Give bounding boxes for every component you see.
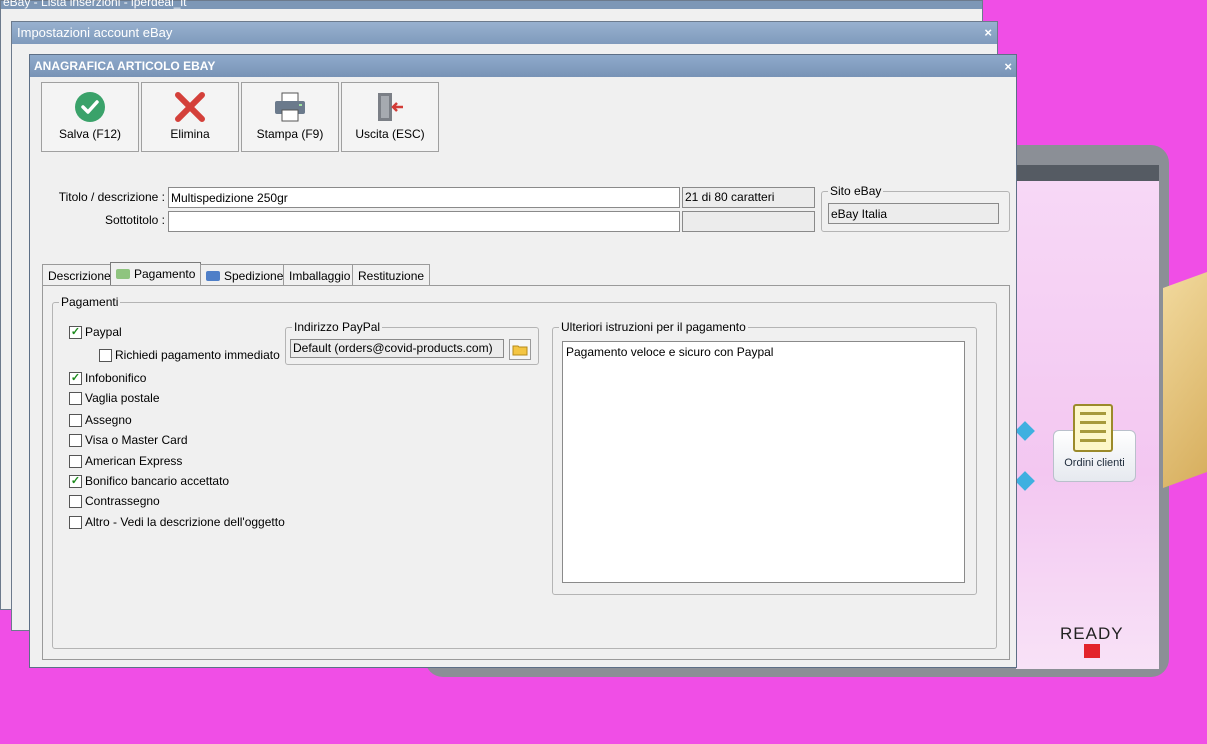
- delete-label: Elimina: [170, 127, 210, 141]
- checkbox-label: Infobonifico: [85, 371, 147, 385]
- pagamenti-title: Pagamenti: [59, 295, 121, 309]
- brand-text: READY: [1060, 624, 1124, 643]
- subtitle-label: Sottotitolo :: [104, 213, 165, 227]
- money-icon: [116, 269, 130, 279]
- instructions-group: Ulteriori istruzioni per il pagamento Pa…: [552, 320, 977, 595]
- tab-label: Imballaggio: [289, 269, 351, 283]
- window-title: ANAGRAFICA ARTICOLO EBAY: [34, 59, 216, 73]
- checkbox[interactable]: [69, 391, 82, 405]
- checkbox-label: Vaglia postale: [85, 391, 160, 405]
- window-title: Impostazioni account eBay: [17, 25, 173, 40]
- payment-option[interactable]: ✓ Bonifico bancario accettato: [69, 474, 229, 488]
- document-icon: [1073, 404, 1113, 452]
- tab-spedizione[interactable]: Spedizione: [200, 264, 290, 286]
- tab-pagamento[interactable]: Pagamento: [110, 262, 202, 286]
- checkbox-label: Assegno: [85, 413, 132, 427]
- payment-option[interactable]: Assegno: [69, 413, 132, 427]
- checkbox-label: Altro - Vedi la descrizione dell'oggetto: [85, 515, 285, 529]
- exit-button[interactable]: Uscita (ESC): [341, 82, 439, 152]
- truck-icon: [206, 271, 220, 281]
- sito-ebay-title: Sito eBay: [828, 184, 884, 198]
- window-titlebar: eBay - Lista inserzioni - iperdeal_it: [1, 0, 982, 9]
- window-titlebar: Impostazioni account eBay ×: [12, 22, 997, 44]
- checkbox[interactable]: [69, 454, 82, 468]
- checkbox[interactable]: [69, 413, 82, 427]
- tab-descrizione[interactable]: Descrizione: [42, 264, 117, 286]
- checkbox-label: Richiedi pagamento immediato: [115, 348, 280, 362]
- checkbox-label: Paypal: [85, 325, 122, 339]
- payment-option[interactable]: Contrassegno: [69, 494, 160, 508]
- background-app-topbar: [1016, 165, 1159, 181]
- tab-label: Pagamento: [134, 267, 196, 281]
- brand-badge: [1083, 644, 1100, 658]
- checkbox[interactable]: [69, 433, 82, 447]
- checkbox[interactable]: [69, 494, 82, 508]
- checkmark-icon: [42, 83, 138, 123]
- exit-door-icon: [342, 83, 438, 123]
- tab-label: Restituzione: [358, 269, 425, 283]
- checkbox[interactable]: ✓: [69, 325, 82, 339]
- ready-pro-logo: READY: [1060, 624, 1124, 658]
- site-field: eBay Italia: [828, 203, 999, 224]
- subtitle-count-field: [682, 211, 815, 232]
- ordini-clienti-label: Ordini clienti: [1064, 457, 1125, 469]
- char-count-field: 21 di 80 caratteri: [682, 187, 815, 208]
- checkbox-label: American Express: [85, 454, 183, 468]
- paypal-address-group: Indirizzo PayPal Default (orders@covid-p…: [285, 320, 539, 365]
- delete-button[interactable]: Elimina: [141, 82, 239, 152]
- subtitle-input[interactable]: [168, 211, 680, 232]
- window-title: eBay - Lista inserzioni - iperdeal_it: [3, 0, 187, 9]
- checkbox[interactable]: [69, 515, 82, 529]
- payment-option[interactable]: Visa o Master Card: [69, 433, 188, 447]
- checkbox-label: Contrassegno: [85, 494, 160, 508]
- window-titlebar: ANAGRAFICA ARTICOLO EBAY ×: [30, 55, 1016, 77]
- paypal-address-title: Indirizzo PayPal: [292, 320, 383, 334]
- close-icon[interactable]: ×: [1004, 59, 1012, 74]
- save-button[interactable]: Salva (F12): [41, 82, 139, 152]
- paypal-address-field: Default (orders@covid-products.com): [290, 339, 504, 358]
- tab-restituzione[interactable]: Restituzione: [352, 264, 431, 286]
- print-label: Stampa (F9): [256, 127, 324, 141]
- payment-option[interactable]: ✓ Paypal: [69, 325, 122, 339]
- checkbox[interactable]: ✓: [69, 474, 82, 488]
- anagrafica-articolo-window: ANAGRAFICA ARTICOLO EBAY × Salva (F12) E…: [29, 54, 1017, 668]
- pagamento-panel: Pagamenti ✓ Paypal Richiedi pagamento imme…: [42, 285, 1010, 660]
- print-button[interactable]: Stampa (F9): [241, 82, 339, 152]
- payment-option[interactable]: Altro - Vedi la descrizione dell'oggetto: [69, 515, 285, 529]
- folder-icon: [512, 345, 528, 355]
- payment-option[interactable]: Vaglia postale: [69, 391, 160, 405]
- folder-browse-button[interactable]: [509, 339, 531, 360]
- tab-label: Descrizione: [48, 269, 111, 283]
- tab-imballaggio[interactable]: Imballaggio: [283, 264, 357, 286]
- checkbox-label: Visa o Master Card: [85, 433, 188, 447]
- instructions-textarea[interactable]: Pagamento veloce e sicuro con Paypal: [562, 341, 965, 583]
- pagamenti-group: Pagamenti ✓ Paypal Richiedi pagamento imme…: [52, 295, 997, 649]
- credit-card-decoration: [1163, 271, 1207, 489]
- tab-label: Spedizione: [224, 269, 284, 283]
- checkbox[interactable]: [99, 348, 112, 362]
- instructions-title: Ulteriori istruzioni per il pagamento: [559, 320, 748, 334]
- checkbox-label: Bonifico bancario accettato: [85, 474, 230, 488]
- printer-icon: [242, 83, 338, 123]
- save-label: Salva (F12): [58, 127, 122, 141]
- sito-ebay-group: Sito eBay eBay Italia: [821, 184, 1010, 232]
- payment-option[interactable]: Richiedi pagamento immediato: [99, 348, 280, 362]
- delete-x-icon: [142, 83, 238, 123]
- payment-option[interactable]: ✓ Infobonifico: [69, 371, 146, 385]
- close-icon[interactable]: ×: [984, 25, 992, 41]
- title-label: Titolo / descrizione :: [58, 190, 165, 204]
- title-input[interactable]: Multispedizione 250gr: [168, 187, 680, 208]
- checkbox[interactable]: ✓: [69, 371, 82, 385]
- exit-label: Uscita (ESC): [355, 127, 425, 141]
- payment-option[interactable]: American Express: [69, 454, 182, 468]
